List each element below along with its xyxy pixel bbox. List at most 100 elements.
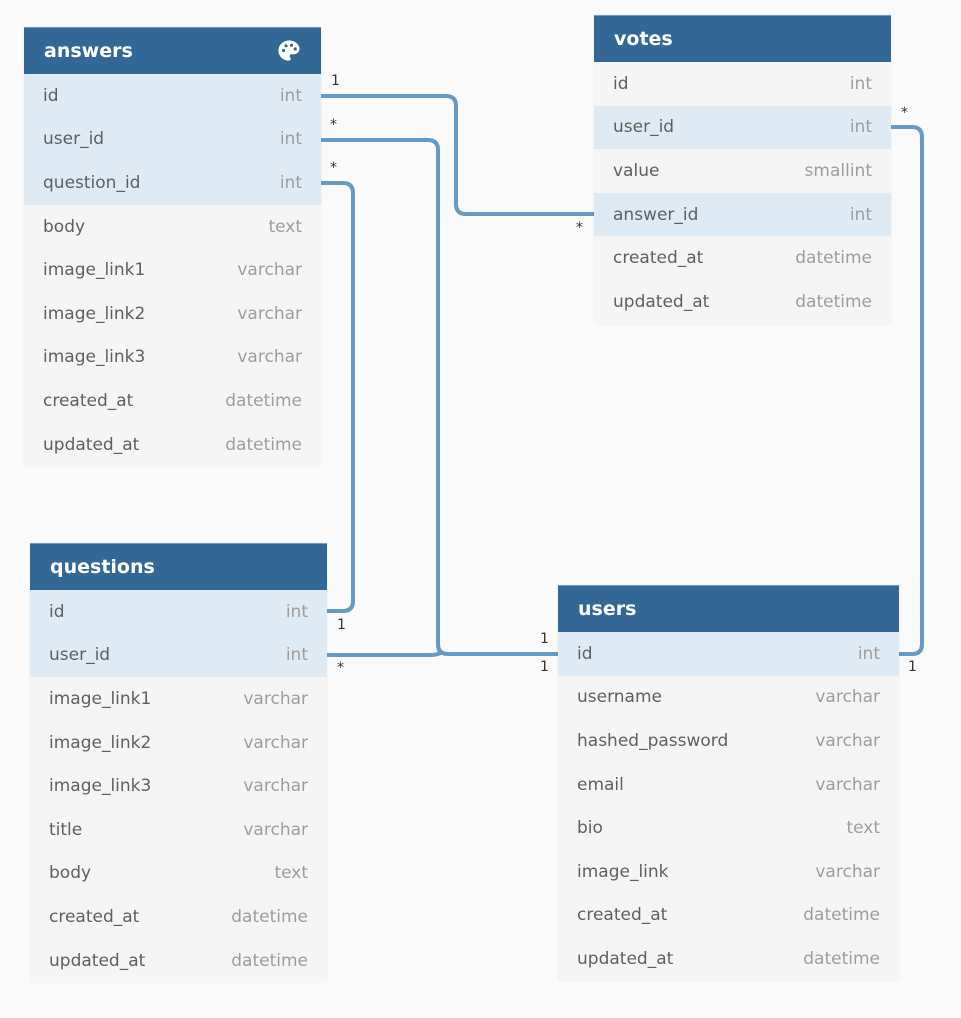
- link-answers-id-votes-answer-id: [321, 94, 594, 216]
- field-type: datetime: [803, 905, 880, 926]
- field-name: updated_at: [577, 948, 674, 969]
- field-type: varchar: [237, 303, 302, 324]
- field-type: datetime: [803, 948, 880, 969]
- field-name: user_id: [613, 117, 675, 138]
- field-row-image-link2[interactable]: image_link2 varchar: [24, 292, 321, 336]
- field-row-updated-at[interactable]: updated_at datetime: [30, 939, 327, 983]
- field-name: id: [613, 73, 629, 94]
- table-votes[interactable]: votes id int user_id int value smallint answer…: [594, 15, 891, 324]
- field-type: varchar: [237, 260, 302, 281]
- field-row-created-at[interactable]: created_at datetime: [24, 379, 321, 423]
- field-name: answer_id: [613, 204, 699, 225]
- table-title: users: [578, 598, 637, 620]
- field-row-created-at[interactable]: created_at datetime: [30, 895, 327, 939]
- field-type: datetime: [795, 248, 872, 269]
- field-name: question_id: [43, 172, 141, 193]
- field-name: created_at: [43, 390, 134, 411]
- table-users[interactable]: users id int username varchar hashed_passwor…: [558, 585, 899, 981]
- field-type: varchar: [815, 730, 880, 751]
- field-name: bio: [577, 818, 603, 839]
- field-type: datetime: [225, 390, 302, 411]
- field-type: datetime: [231, 950, 308, 971]
- table-header-votes[interactable]: votes: [594, 15, 891, 62]
- field-type: datetime: [231, 906, 308, 927]
- field-name: value: [613, 160, 660, 181]
- field-name: hashed_password: [577, 730, 729, 751]
- palette-icon[interactable]: [277, 39, 301, 63]
- field-type: varchar: [243, 819, 308, 840]
- field-row-user-id[interactable]: user_id int: [30, 633, 327, 678]
- field-row-title[interactable]: title varchar: [30, 808, 327, 852]
- field-name: updated_at: [43, 434, 140, 455]
- field-name: user_id: [49, 645, 111, 666]
- field-name: id: [43, 85, 59, 106]
- field-name: title: [49, 819, 83, 840]
- field-type: int: [849, 204, 872, 225]
- table-title: votes: [614, 28, 673, 50]
- field-name: image_link1: [43, 260, 146, 281]
- field-name: image_link1: [49, 688, 152, 709]
- field-row-id[interactable]: id int: [24, 74, 321, 118]
- link-questions-user-id-users-id: [327, 650, 444, 657]
- field-name: image_link: [577, 861, 669, 882]
- table-title: questions: [50, 556, 155, 578]
- field-name: image_link3: [49, 776, 152, 797]
- field-row-created-at[interactable]: created_at datetime: [558, 894, 899, 938]
- field-row-image-link3[interactable]: image_link3 varchar: [30, 764, 327, 808]
- field-name: updated_at: [613, 291, 710, 312]
- field-row-hashed-password[interactable]: hashed_password varchar: [558, 719, 899, 763]
- table-header-users[interactable]: users: [558, 585, 899, 632]
- field-row-image-link1[interactable]: image_link1 varchar: [30, 677, 327, 721]
- field-row-question-id[interactable]: question_id int: [24, 161, 321, 205]
- table-answers[interactable]: answers id int user_id int question_id int bod…: [24, 27, 321, 467]
- field-row-answer-id[interactable]: answer_id int: [594, 192, 891, 237]
- table-title: answers: [44, 40, 133, 62]
- cardinality-users-id-right: 1: [908, 659, 917, 675]
- table-header-questions[interactable]: questions: [30, 543, 327, 590]
- field-type: text: [274, 863, 308, 884]
- field-row-username[interactable]: username varchar: [558, 676, 899, 720]
- field-row-updated-at[interactable]: updated_at datetime: [24, 423, 321, 467]
- field-name: image_link2: [43, 303, 146, 324]
- field-type: varchar: [815, 687, 880, 708]
- field-row-id[interactable]: id int: [594, 62, 891, 106]
- field-type: int: [279, 172, 302, 193]
- table-header-answers[interactable]: answers: [24, 27, 321, 74]
- field-row-email[interactable]: email varchar: [558, 763, 899, 807]
- field-row-image-link1[interactable]: image_link1 varchar: [24, 248, 321, 292]
- field-row-image-link[interactable]: image_link varchar: [558, 850, 899, 894]
- field-name: updated_at: [49, 950, 146, 971]
- field-row-value[interactable]: value smallint: [594, 149, 891, 193]
- field-type: text: [268, 216, 302, 237]
- field-type: varchar: [243, 688, 308, 709]
- cardinality-users-id-bottom: 1: [540, 659, 549, 675]
- field-type: smallint: [804, 160, 872, 181]
- cardinality-answers-user-id: *: [330, 117, 337, 133]
- field-row-created-at[interactable]: created_at datetime: [594, 236, 891, 280]
- field-row-body[interactable]: body text: [30, 852, 327, 896]
- field-name: email: [577, 774, 624, 795]
- field-type: text: [846, 818, 880, 839]
- field-row-user-id[interactable]: user_id int: [594, 105, 891, 150]
- field-name: body: [43, 216, 86, 237]
- cardinality-answers-id: 1: [331, 73, 340, 89]
- field-row-image-link3[interactable]: image_link3 varchar: [24, 336, 321, 380]
- link-votes-user-id-users-id: [891, 125, 924, 656]
- field-type: varchar: [815, 861, 880, 882]
- field-row-image-link2[interactable]: image_link2 varchar: [30, 721, 327, 765]
- cardinality-answers-question-id: *: [330, 160, 337, 176]
- field-name: created_at: [577, 905, 668, 926]
- field-row-updated-at[interactable]: updated_at datetime: [558, 937, 899, 981]
- field-row-user-id[interactable]: user_id int: [24, 117, 321, 162]
- field-name: id: [49, 601, 65, 622]
- field-row-bio[interactable]: bio text: [558, 806, 899, 850]
- field-name: created_at: [613, 248, 704, 269]
- table-questions[interactable]: questions id int user_id int image_link1 varc…: [30, 543, 327, 983]
- field-type: varchar: [815, 774, 880, 795]
- field-row-id[interactable]: id int: [558, 632, 899, 676]
- field-row-updated-at[interactable]: updated_at datetime: [594, 280, 891, 324]
- field-type: varchar: [243, 732, 308, 753]
- field-row-id[interactable]: id int: [30, 590, 327, 634]
- field-row-body[interactable]: body text: [24, 205, 321, 249]
- field-name: image_link3: [43, 347, 146, 368]
